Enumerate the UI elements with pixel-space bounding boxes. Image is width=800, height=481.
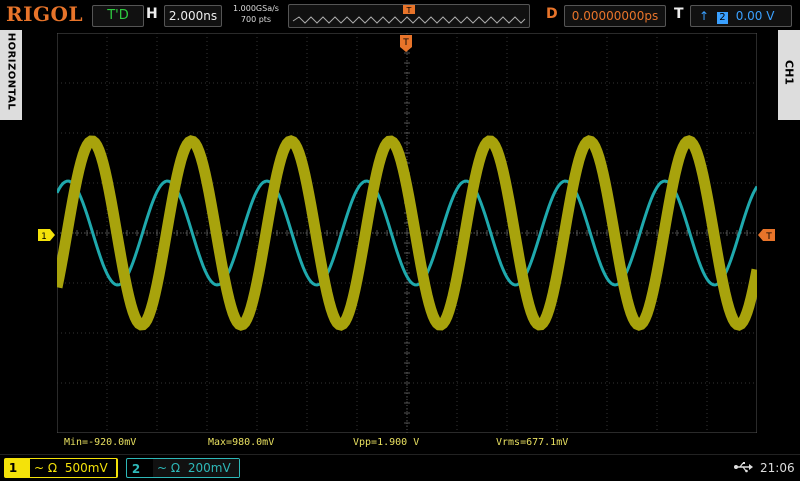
ch1-offset-marker[interactable]: 1 bbox=[38, 229, 56, 241]
measure-min: Min=-920.0mV bbox=[64, 437, 137, 448]
ch1-number: 1 bbox=[8, 461, 18, 475]
ch1-settings-button[interactable]: 1 ~ Ω 500mV bbox=[4, 458, 118, 478]
trigger-label: T bbox=[674, 6, 684, 22]
clock: 21:06 bbox=[760, 461, 795, 475]
ch1-tab[interactable]: CH1 bbox=[778, 30, 800, 120]
rigol-logo: RIGOL bbox=[6, 2, 84, 26]
trigger-source: 2 bbox=[716, 12, 728, 24]
trigger-position-bar[interactable]: T bbox=[288, 4, 530, 28]
waveform-display[interactable] bbox=[57, 33, 757, 433]
trigger-level: 0.00 V bbox=[735, 9, 775, 23]
waveform-overview-icon: T bbox=[292, 5, 526, 24]
ch1-tab-label: CH1 bbox=[782, 60, 796, 85]
trigger-level-marker[interactable]: T bbox=[758, 229, 776, 241]
measure-vpp: Vpp=1.900 V bbox=[353, 437, 420, 448]
ac-coupling-icon: ~ bbox=[34, 461, 45, 475]
impedance-icon: Ω bbox=[170, 461, 181, 475]
horizontal-tab-label: HORIZONTAL bbox=[5, 32, 17, 111]
ch1-scale-panel: ~ Ω 500mV bbox=[30, 459, 116, 477]
rising-edge-icon: ↑ bbox=[699, 9, 710, 23]
usb-icon bbox=[734, 461, 754, 477]
trigger-settings[interactable]: ↑ 2 0.00 V bbox=[690, 5, 792, 27]
trigger-position-marker[interactable]: T bbox=[400, 35, 412, 53]
ac-coupling-icon: ~ bbox=[157, 461, 168, 475]
sample-rate: 1.000GSa/s bbox=[233, 4, 279, 13]
sample-rate-info: 1.000GSa/s 700 pts bbox=[228, 3, 284, 25]
ch1-marker-label: 1 bbox=[41, 232, 47, 241]
trigger-position-marker-label: T bbox=[402, 38, 409, 48]
measure-vrms: Vrms=677.1mV bbox=[496, 437, 569, 448]
ch2-scale: 200mV bbox=[187, 461, 231, 475]
delay-label: D bbox=[546, 6, 558, 22]
bottom-status-bar: 1 ~ Ω 500mV 2 ~ Ω 200mV 21:06 bbox=[0, 454, 800, 481]
horizontal-label: H bbox=[146, 6, 158, 22]
timebase-value[interactable]: 2.000ns bbox=[164, 5, 222, 27]
ch2-scale-panel: ~ Ω 200mV bbox=[153, 459, 239, 477]
trigger-overview-marker: T bbox=[406, 6, 412, 15]
ch1-scale: 500mV bbox=[64, 461, 108, 475]
impedance-icon: Ω bbox=[47, 461, 58, 475]
ch2-number: 2 bbox=[131, 462, 141, 476]
top-status-bar: RIGOL T'D H 2.000ns 1.000GSa/s 700 pts T… bbox=[0, 0, 800, 30]
memory-points: 700 pts bbox=[240, 15, 272, 24]
ch2-settings-button[interactable]: 2 ~ Ω 200mV bbox=[126, 458, 240, 478]
run-status-badge[interactable]: T'D bbox=[92, 5, 144, 27]
measure-max: Max=980.0mV bbox=[208, 437, 275, 448]
delay-value[interactable]: 0.00000000ps bbox=[564, 5, 666, 27]
horizontal-tab[interactable]: HORIZONTAL bbox=[0, 30, 22, 120]
trigger-level-marker-label: T bbox=[765, 232, 772, 241]
